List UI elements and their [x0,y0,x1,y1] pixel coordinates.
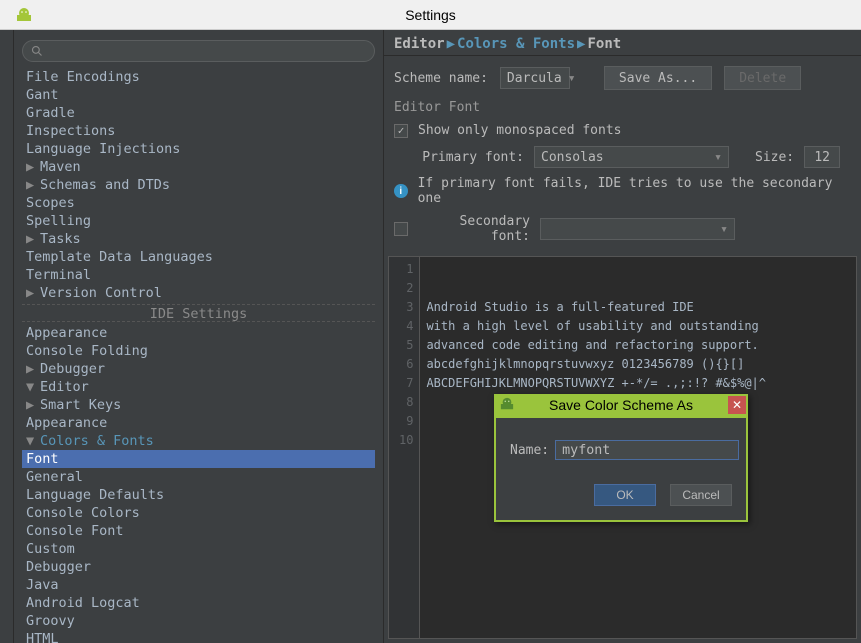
tree-item[interactable]: Spelling [22,212,375,230]
tree-item[interactable]: ▶Tasks [22,230,375,248]
secondary-font-select[interactable]: ▾ [540,218,735,240]
chevron-down-icon: ▾ [714,150,722,165]
tree-item[interactable]: HTML [22,630,375,643]
save-as-button[interactable]: Save As... [604,66,712,90]
chevron-right-icon: ▶ [26,396,38,414]
name-label: Name: [510,443,549,458]
section-title: Editor Font [394,100,851,115]
settings-detail: Editor▶Colors & Fonts▶Font Scheme name: … [384,30,861,643]
chevron-right-icon: ▶ [577,36,585,52]
tree-item[interactable]: Custom [22,540,375,558]
tree-item[interactable]: Gant [22,86,375,104]
size-label: Size: [755,150,794,165]
tree-item[interactable]: ▶Schemas and DTDs [22,176,375,194]
tree-item[interactable]: Java [22,576,375,594]
search-input[interactable] [22,40,375,62]
chevron-down-icon: ▼ [26,378,38,396]
tree-item[interactable]: ▶Debugger [22,360,375,378]
left-gutter [0,30,14,643]
tree-item[interactable]: Appearance [22,324,375,342]
tree-item[interactable]: ▶Maven [22,158,375,176]
breadcrumb-part: Font [587,36,621,52]
tree-heading: IDE Settings [22,304,375,322]
chevron-right-icon: ▶ [26,176,38,194]
ok-button[interactable]: OK [594,484,656,506]
breadcrumb: Editor▶Colors & Fonts▶Font [384,30,861,56]
tree-item[interactable]: Console Font [22,522,375,540]
dialog-titlebar[interactable]: Save Color Scheme As ✕ [494,394,748,416]
tree-item[interactable]: Template Data Languages [22,248,375,266]
tree-item-colors-fonts[interactable]: ▼Colors & Fonts [22,432,375,450]
tree-item[interactable]: ▶Smart Keys [22,396,375,414]
tree-item[interactable]: General [22,468,375,486]
delete-button[interactable]: Delete [724,66,801,90]
settings-sidebar: File Encodings Gant Gradle Inspections L… [14,30,384,643]
tree-item[interactable]: Scopes [22,194,375,212]
close-icon: ✕ [732,398,742,412]
monospaced-label: Show only monospaced fonts [418,123,622,138]
tree-item[interactable]: Debugger [22,558,375,576]
dialog-title: Save Color Scheme As [549,397,693,413]
scheme-select[interactable]: Darcula▾ [500,67,570,89]
secondary-font-label: Secondary font: [418,214,530,244]
tree-item[interactable]: Console Colors [22,504,375,522]
scheme-value: Darcula [507,71,562,86]
tree-item[interactable]: Appearance [22,414,375,432]
scheme-row: Scheme name: Darcula▾ Save As... Delete [384,56,861,94]
editor-font-section: Editor Font ✓ Show only monospaced fonts… [384,94,861,252]
tree-item[interactable]: Groovy [22,612,375,630]
close-button[interactable]: ✕ [728,396,746,414]
tree-item[interactable]: ▼Editor [22,378,375,396]
primary-font-select[interactable]: Consolas ▾ [534,146,729,168]
chevron-right-icon: ▶ [26,158,38,176]
tree-item[interactable]: Inspections [22,122,375,140]
chevron-right-icon: ▶ [26,230,38,248]
cancel-button[interactable]: Cancel [670,484,732,506]
tree-item[interactable]: ▶Version Control [22,284,375,302]
dialog-body: Name: OK Cancel [496,418,746,520]
primary-font-value: Consolas [541,150,604,165]
breadcrumb-part: Colors & Fonts [457,36,575,52]
save-scheme-dialog: Save Color Scheme As ✕ Name: OK Cancel [494,394,748,522]
scheme-name-input[interactable] [555,440,739,460]
tree-item[interactable]: Android Logcat [22,594,375,612]
breadcrumb-part: Editor [394,36,445,52]
tree-item[interactable]: File Encodings [22,68,375,86]
primary-font-label: Primary font: [394,150,524,165]
secondary-checkbox[interactable]: ✓ [394,222,408,236]
chevron-down-icon: ▼ [26,432,38,450]
window-title: Settings [405,7,456,23]
tree-item[interactable]: Language Defaults [22,486,375,504]
tree-item[interactable]: Console Folding [22,342,375,360]
chevron-right-icon: ▶ [26,284,38,302]
chevron-right-icon: ▶ [26,360,38,378]
monospaced-checkbox[interactable]: ✓ [394,124,408,138]
tree-item[interactable]: Language Injections [22,140,375,158]
tree-item[interactable]: Terminal [22,266,375,284]
app-icon [16,7,32,23]
tree-item[interactable]: Gradle [22,104,375,122]
titlebar: Settings [0,0,861,30]
line-numbers: 12345678910 [389,257,420,638]
scheme-label: Scheme name: [394,71,488,86]
chevron-down-icon: ▾ [568,71,576,86]
info-icon: i [394,184,408,198]
settings-tree: File Encodings Gant Gradle Inspections L… [22,68,375,643]
tree-item-font[interactable]: Font [22,450,375,468]
size-input[interactable]: 12 [804,146,840,168]
chevron-right-icon: ▶ [447,36,455,52]
app-icon [500,397,514,414]
chevron-down-icon: ▾ [720,222,728,237]
info-text: If primary font fails, IDE tries to use … [418,176,851,206]
